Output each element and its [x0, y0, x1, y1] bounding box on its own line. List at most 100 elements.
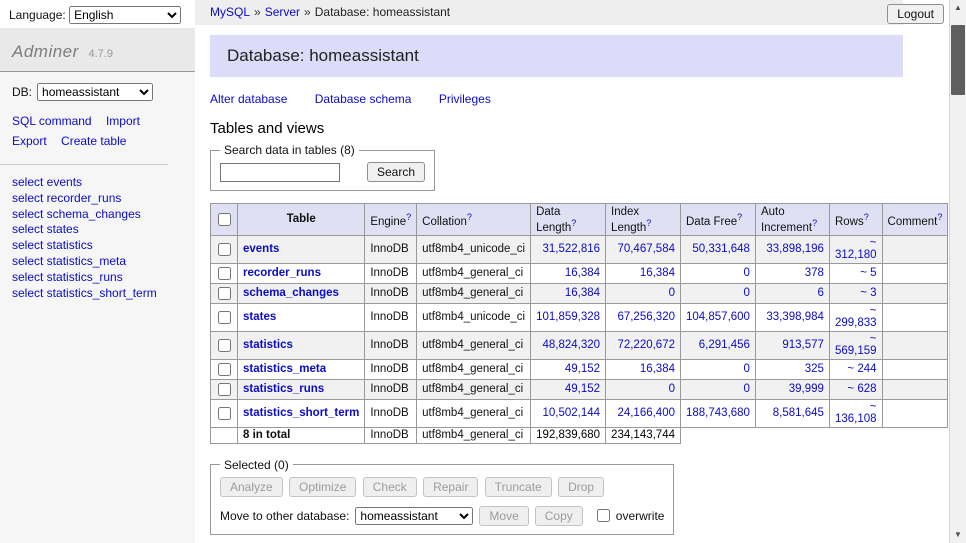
help-link[interactable]: ? — [467, 212, 472, 222]
table-name-link[interactable]: statistics_short_term — [243, 407, 359, 419]
help-link[interactable]: ? — [571, 218, 576, 228]
move-button[interactable]: Move — [479, 506, 528, 526]
help-link[interactable]: ? — [937, 212, 942, 222]
sidebar-select-events[interactable]: select events — [12, 175, 183, 191]
logout-button[interactable]: Logout — [887, 4, 944, 24]
optimize-button[interactable]: Optimize — [289, 477, 356, 497]
help-link[interactable]: ? — [406, 212, 411, 222]
data-length-link[interactable]: 49,152 — [565, 383, 600, 395]
search-button[interactable]: Search — [367, 162, 425, 182]
db-select[interactable]: homeassistant — [37, 83, 153, 101]
row-checkbox[interactable] — [218, 407, 231, 420]
row-checkbox[interactable] — [218, 267, 231, 280]
sidebar-link-export[interactable]: Export — [12, 134, 47, 148]
data-length-link[interactable]: 31,522,816 — [542, 243, 600, 255]
action-link-privileges[interactable]: Privileges — [439, 92, 491, 106]
help-link[interactable]: ? — [737, 212, 742, 222]
action-link-alter-database[interactable]: Alter database — [210, 92, 287, 106]
sidebar-select-schema-changes[interactable]: select schema_changes — [12, 207, 183, 223]
help-link[interactable]: ? — [864, 212, 869, 222]
index-length-link[interactable]: 0 — [669, 287, 675, 299]
sidebar-select-statistics-runs[interactable]: select statistics_runs — [12, 270, 183, 286]
index-length-link[interactable]: 0 — [669, 383, 675, 395]
rows-link[interactable]: ~ 5 — [860, 267, 876, 279]
data-free-link[interactable]: 0 — [744, 363, 750, 375]
sidebar-select-states[interactable]: select states — [12, 222, 183, 238]
rows-link[interactable]: ~ 569,159 — [835, 333, 877, 357]
drop-button[interactable]: Drop — [558, 477, 604, 497]
truncate-button[interactable]: Truncate — [485, 477, 552, 497]
index-length-link[interactable]: 72,220,672 — [617, 339, 675, 351]
table-name-link[interactable]: recorder_runs — [243, 267, 321, 279]
sidebar-link-import[interactable]: Import — [106, 114, 140, 128]
row-checkbox[interactable] — [218, 287, 231, 300]
sidebar-select-recorder-runs[interactable]: select recorder_runs — [12, 191, 183, 207]
index-length-link[interactable]: 16,384 — [640, 363, 675, 375]
data-free-link[interactable]: 188,743,680 — [686, 407, 750, 419]
auto-increment-link[interactable]: 39,999 — [789, 383, 824, 395]
sidebar-link-create-table[interactable]: Create table — [61, 134, 126, 148]
table-name-link[interactable]: events — [243, 243, 279, 255]
move-database-select[interactable]: homeassistant — [355, 507, 473, 525]
row-checkbox[interactable] — [218, 311, 231, 324]
rows-link[interactable]: ~ 628 — [847, 383, 876, 395]
table-name-link[interactable]: statistics_meta — [243, 363, 326, 375]
table-name-link[interactable]: statistics_runs — [243, 383, 324, 395]
data-length-link[interactable]: 10,502,144 — [542, 407, 600, 419]
data-free-link[interactable]: 6,291,456 — [699, 339, 750, 351]
scrollbar-thumb[interactable] — [951, 25, 965, 95]
action-link-database-schema[interactable]: Database schema — [315, 92, 412, 106]
breadcrumb-link-mysql[interactable]: MySQL — [210, 5, 250, 19]
copy-button[interactable]: Copy — [535, 506, 583, 526]
rows-link[interactable]: ~ 136,108 — [835, 401, 877, 425]
breadcrumb-link-server[interactable]: Server — [265, 5, 300, 19]
check-button[interactable]: Check — [363, 477, 417, 497]
data-length-link[interactable]: 16,384 — [565, 267, 600, 279]
index-length-link[interactable]: 24,166,400 — [617, 407, 675, 419]
data-free-link[interactable]: 0 — [744, 287, 750, 299]
overwrite-checkbox[interactable] — [597, 509, 610, 522]
index-length-link[interactable]: 67,256,320 — [617, 311, 675, 323]
sidebar-select-statistics-short-term[interactable]: select statistics_short_term — [12, 286, 183, 302]
data-length-link[interactable]: 49,152 — [565, 363, 600, 375]
table-name-link[interactable]: statistics — [243, 339, 293, 351]
table-name-link[interactable]: schema_changes — [243, 287, 339, 299]
rows-link[interactable]: ~ 3 — [860, 287, 876, 299]
data-free-link[interactable]: 104,857,600 — [686, 311, 750, 323]
help-link[interactable]: ? — [812, 218, 817, 228]
data-length-link[interactable]: 101,859,328 — [536, 311, 600, 323]
analyze-button[interactable]: Analyze — [220, 477, 283, 497]
auto-increment-link[interactable]: 8,581,645 — [773, 407, 824, 419]
repair-button[interactable]: Repair — [423, 477, 478, 497]
search-input[interactable] — [220, 163, 340, 182]
data-free-link[interactable]: 0 — [744, 267, 750, 279]
rows-link[interactable]: ~ 299,833 — [835, 305, 877, 329]
auto-increment-link[interactable]: 33,898,196 — [766, 243, 824, 255]
auto-increment-link[interactable]: 325 — [805, 363, 824, 375]
data-length-link[interactable]: 48,824,320 — [542, 339, 600, 351]
index-length-link[interactable]: 70,467,584 — [617, 243, 675, 255]
auto-increment-link[interactable]: 33,398,984 — [766, 311, 824, 323]
row-checkbox[interactable] — [218, 363, 231, 376]
table-name-link[interactable]: states — [243, 311, 276, 323]
sidebar-select-statistics[interactable]: select statistics — [12, 238, 183, 254]
row-checkbox[interactable] — [218, 339, 231, 352]
help-link[interactable]: ? — [646, 218, 651, 228]
rows-link[interactable]: ~ 244 — [847, 363, 876, 375]
select-all-checkbox[interactable] — [218, 213, 231, 226]
auto-increment-link[interactable]: 378 — [805, 267, 824, 279]
scrollbar[interactable]: ▲ ▼ — [949, 0, 966, 543]
scroll-up-arrow-icon[interactable]: ▲ — [950, 0, 966, 16]
row-checkbox[interactable] — [218, 383, 231, 396]
data-free-link[interactable]: 0 — [744, 383, 750, 395]
sidebar-select-statistics-meta[interactable]: select statistics_meta — [12, 254, 183, 270]
scroll-down-arrow-icon[interactable]: ▼ — [950, 527, 966, 543]
rows-link[interactable]: ~ 312,180 — [835, 237, 877, 261]
row-checkbox[interactable] — [218, 243, 231, 256]
index-length-link[interactable]: 16,384 — [640, 267, 675, 279]
auto-increment-link[interactable]: 913,577 — [782, 339, 824, 351]
data-free-link[interactable]: 50,331,648 — [692, 243, 750, 255]
sidebar-link-sql-command[interactable]: SQL command — [12, 114, 92, 128]
language-select[interactable]: English — [69, 6, 181, 24]
data-length-link[interactable]: 16,384 — [565, 287, 600, 299]
